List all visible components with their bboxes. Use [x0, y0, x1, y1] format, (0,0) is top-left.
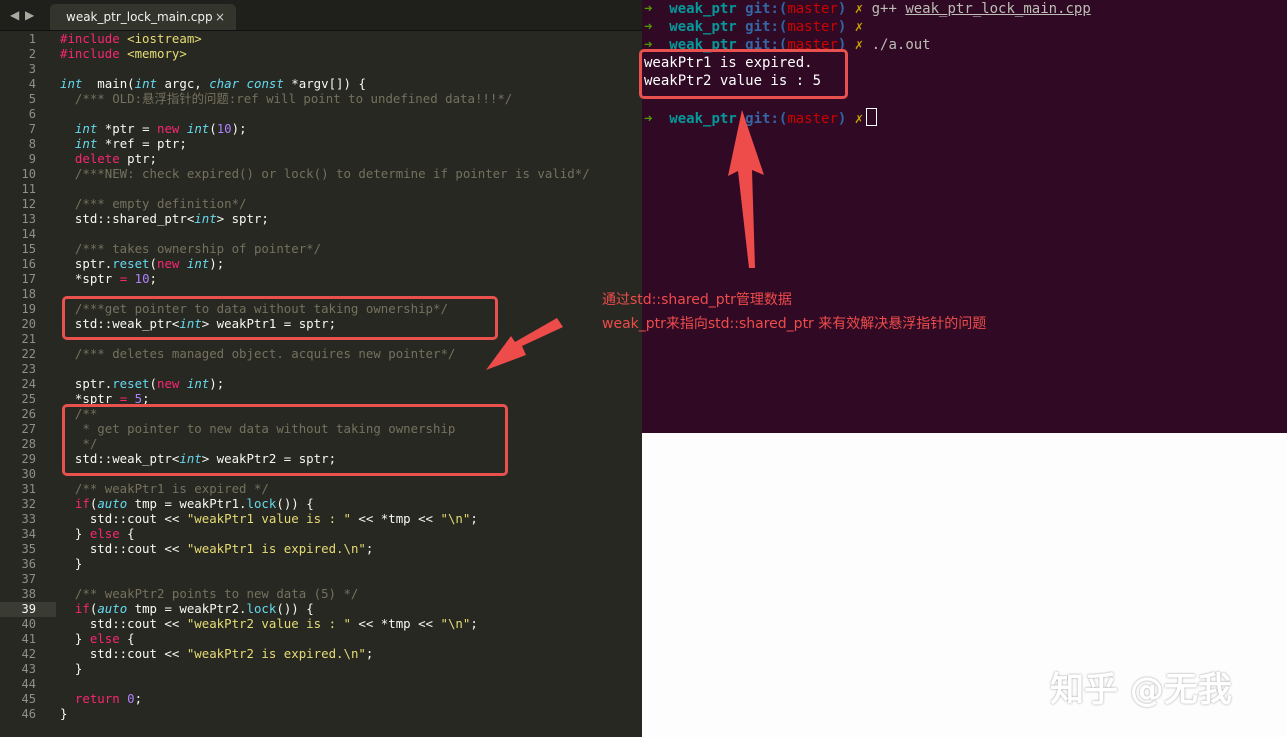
watermark: 知乎 @无我	[1050, 670, 1232, 710]
annotation-arrows	[486, 110, 764, 370]
arrow-to-output	[728, 110, 764, 268]
arrow-to-code	[486, 318, 563, 370]
annotation-line-2: weak_ptr来指向std::shared_ptr 来有效解决悬浮指针的问题	[602, 316, 987, 332]
annotation-line-1: 通过std::shared_ptr管理数据	[602, 292, 792, 308]
